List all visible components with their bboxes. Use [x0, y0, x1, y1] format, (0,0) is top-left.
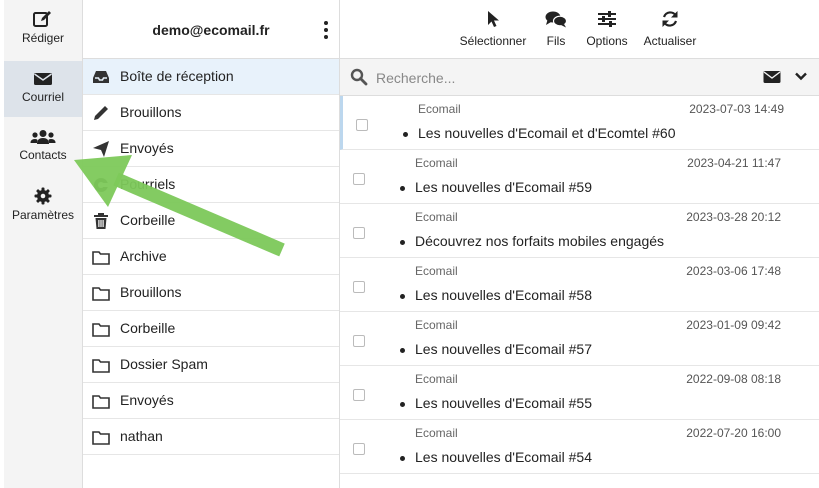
mail-app: Rédiger Courriel Contacts Paramètres dem…	[0, 0, 819, 488]
annotation-arrow	[74, 155, 285, 257]
